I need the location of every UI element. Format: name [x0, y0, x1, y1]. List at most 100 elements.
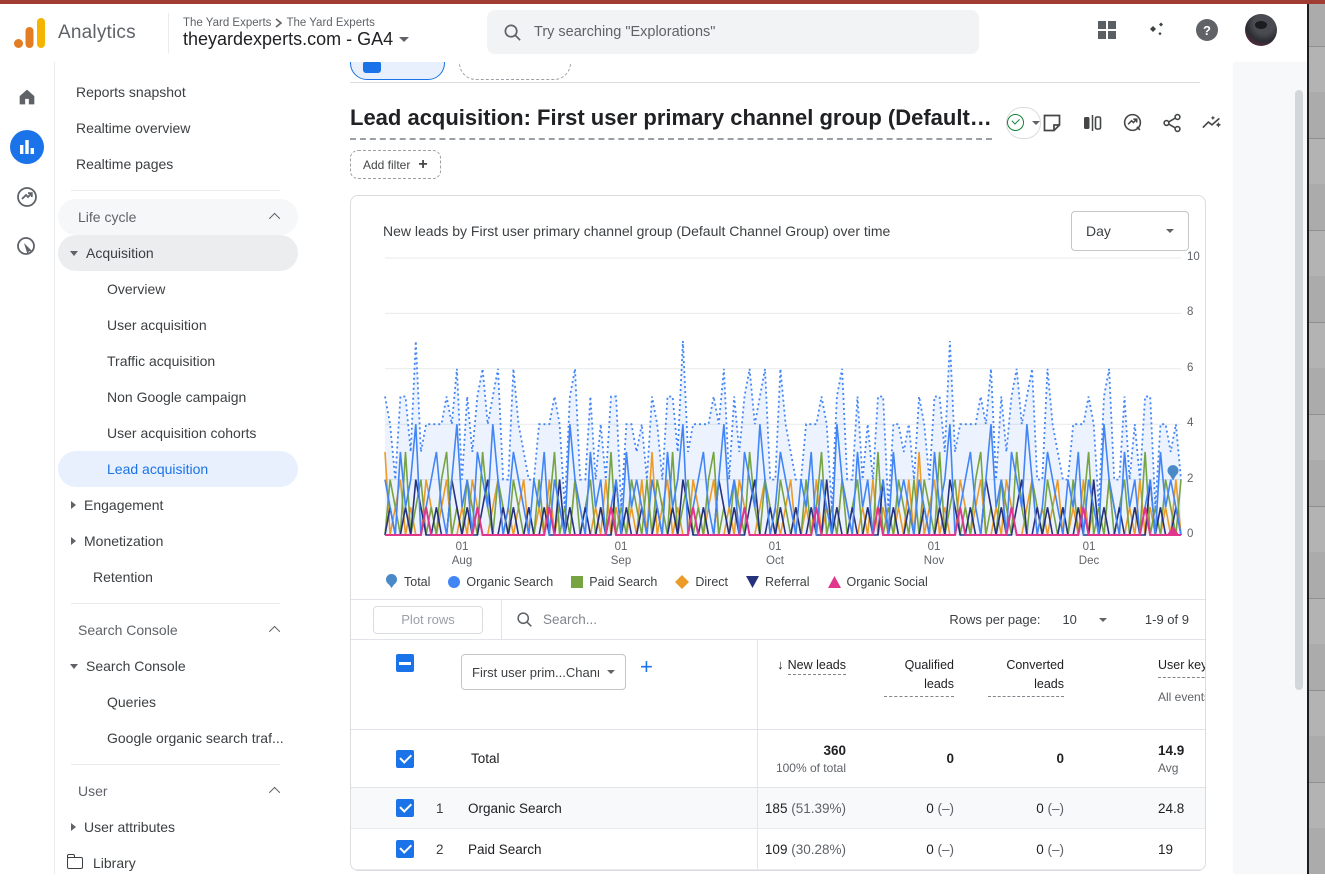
y-tick-label: 4	[1187, 417, 1206, 429]
property-block[interactable]: The Yard Experts The Yard Experts theyar…	[168, 13, 409, 53]
timeseries-chart[interactable]: ,,,,,,,,,,,,,, 0246810 01Aug01Sep01Oct01…	[385, 258, 1205, 570]
table-search-input[interactable]: Search...	[516, 611, 597, 628]
totals-label: Total	[471, 751, 500, 766]
sort-desc-icon: ↓	[777, 657, 784, 672]
chevron-up-icon	[269, 213, 280, 224]
divider	[71, 190, 280, 191]
sidebar-item-user-attributes[interactable]: User attributes	[58, 809, 298, 845]
plot-rows-button[interactable]: Plot rows	[373, 606, 483, 634]
legend-item[interactable]: Referral	[746, 575, 809, 589]
dimension-select[interactable]: First user prim...Channel Group)	[461, 654, 626, 690]
legend-item[interactable]: Organic Search	[448, 575, 553, 589]
breadcrumb-account[interactable]: The Yard Experts	[183, 17, 271, 29]
section-header-life-cycle[interactable]: Life cycle	[58, 199, 298, 235]
sidebar-item-realtime-overview[interactable]: Realtime overview	[56, 110, 300, 146]
scrollbar-thumb[interactable]	[1295, 90, 1303, 690]
expand-icon	[70, 251, 78, 256]
sidebar-item-non-google-campaign[interactable]: Non Google campaign	[56, 379, 300, 415]
sidebar-item-acquisition[interactable]: Acquisition	[58, 235, 298, 271]
reports-sidebar: Reports snapshot Realtime overview Realt…	[56, 62, 300, 874]
y-tick-label: 0	[1187, 528, 1206, 540]
scrollbar-track[interactable]	[1233, 62, 1307, 874]
y-tick-label: 2	[1187, 473, 1206, 485]
chart-legend: Total Organic Search Paid Search Direct Refe…	[385, 574, 1205, 589]
app-bar: Analytics The Yard Experts The Yard Expe…	[0, 4, 1307, 62]
compare-icon[interactable]	[1081, 111, 1104, 134]
chevron-down-icon	[607, 670, 615, 674]
property-selector[interactable]: theyardexperts.com - GA4	[183, 29, 409, 50]
granularity-select[interactable]: Day	[1071, 211, 1189, 251]
sidebar-item-search-console[interactable]: Search Console	[58, 648, 298, 684]
sidebar-item-library[interactable]: Library	[56, 845, 300, 881]
column-header-user-key-events[interactable]: User key ev All events	[1080, 640, 1206, 729]
row-checkbox[interactable]	[396, 750, 414, 768]
add-dimension-button[interactable]: +	[640, 654, 653, 680]
total-converted: 0	[1056, 751, 1064, 766]
sidebar-item-lead-acquisition[interactable]: Lead acquisition	[58, 451, 298, 487]
rows-per-page-label: Rows per page:	[949, 612, 1040, 627]
sidebar-item-overview[interactable]: Overview	[56, 271, 300, 307]
legend-item[interactable]: Total	[385, 574, 430, 589]
sidebar-item-queries[interactable]: Queries	[56, 684, 300, 720]
legend-item[interactable]: Paid Search	[571, 575, 657, 589]
home-icon[interactable]	[10, 80, 44, 114]
pin-marker-icon	[385, 574, 398, 589]
breadcrumb-property[interactable]: The Yard Experts	[286, 17, 374, 29]
sidebar-item-monetization[interactable]: Monetization	[58, 523, 298, 559]
legend-item[interactable]: Organic Social	[828, 575, 928, 589]
comparison-chips-row	[350, 62, 1307, 82]
add-comparison-chip[interactable]	[459, 62, 571, 80]
collapsed-icon	[71, 823, 76, 831]
chart-title: New leads by First user primary channel …	[383, 223, 890, 239]
table-header-row: First user prim...Channel Group) + ↓New …	[351, 640, 1205, 730]
x-tick-label: 01Aug	[442, 540, 482, 568]
global-search-input[interactable]: Try searching "Explorations"	[487, 10, 979, 54]
x-tick-label: 01Dec	[1069, 540, 1109, 568]
comparison-chip[interactable]	[350, 62, 445, 80]
advertising-icon[interactable]	[10, 180, 44, 214]
share-icon[interactable]	[1161, 111, 1184, 134]
column-header-qualified-leads[interactable]: Qualified leads	[862, 640, 970, 729]
column-header-converted-leads[interactable]: Converted leads	[970, 640, 1080, 729]
apps-grid-icon[interactable]	[1095, 18, 1119, 42]
add-filter-button[interactable]: Add filter +	[350, 150, 441, 179]
account-avatar[interactable]	[1245, 14, 1277, 46]
table-search-placeholder: Search...	[543, 612, 597, 627]
rows-per-page-select[interactable]: 10	[1062, 612, 1106, 627]
help-icon[interactable]: ?	[1195, 18, 1219, 42]
sidebar-item-retention[interactable]: Retention	[58, 559, 298, 595]
sparkline-icon[interactable]	[1201, 111, 1224, 134]
sidebar-item-engagement[interactable]: Engagement	[58, 487, 298, 523]
page-title: Lead acquisition: First user primary cha…	[350, 105, 992, 140]
row-checkbox[interactable]	[396, 840, 414, 858]
note-icon[interactable]	[1041, 111, 1064, 134]
explore-icon[interactable]	[10, 230, 44, 264]
gemini-sparkle-icon[interactable]	[1145, 18, 1169, 42]
sidebar-item-traffic-acquisition[interactable]: Traffic acquisition	[56, 343, 300, 379]
sidebar-item-google-organic-search[interactable]: Google organic search traf...	[56, 720, 300, 756]
report-status-pill[interactable]	[1006, 107, 1041, 139]
chevron-up-icon	[269, 787, 280, 798]
reports-icon[interactable]	[10, 130, 44, 164]
section-header-user[interactable]: User	[58, 773, 298, 809]
legend-item[interactable]: Direct	[675, 575, 728, 589]
select-all-checkbox[interactable]	[396, 654, 414, 672]
insights-icon[interactable]	[1121, 111, 1144, 134]
report-card: New leads by First user primary channel …	[350, 195, 1206, 871]
sidebar-item-realtime-pages[interactable]: Realtime pages	[56, 146, 300, 182]
divider	[71, 603, 280, 604]
column-header-new-leads[interactable]: ↓New leads	[758, 640, 862, 729]
sidebar-item-user-acquisition[interactable]: User acquisition	[56, 307, 300, 343]
sidebar-item-user-acquisition-cohorts[interactable]: User acquisition cohorts	[56, 415, 300, 451]
divider	[71, 764, 280, 765]
table-row[interactable]: 1 Organic Search 185 (51.39%) 0 (–) 0 (–…	[351, 788, 1205, 829]
analytics-logo[interactable]: Analytics	[0, 18, 168, 48]
section-header-search-console[interactable]: Search Console	[58, 612, 298, 648]
table-row[interactable]: 2 Paid Search 109 (30.28%) 0 (–) 0 (–) 1…	[351, 829, 1205, 870]
search-icon	[516, 611, 533, 628]
folder-icon	[67, 857, 83, 869]
divider	[501, 600, 502, 640]
row-checkbox[interactable]	[396, 799, 414, 817]
search-icon	[503, 23, 522, 42]
sidebar-item-reports-snapshot[interactable]: Reports snapshot	[56, 74, 300, 110]
